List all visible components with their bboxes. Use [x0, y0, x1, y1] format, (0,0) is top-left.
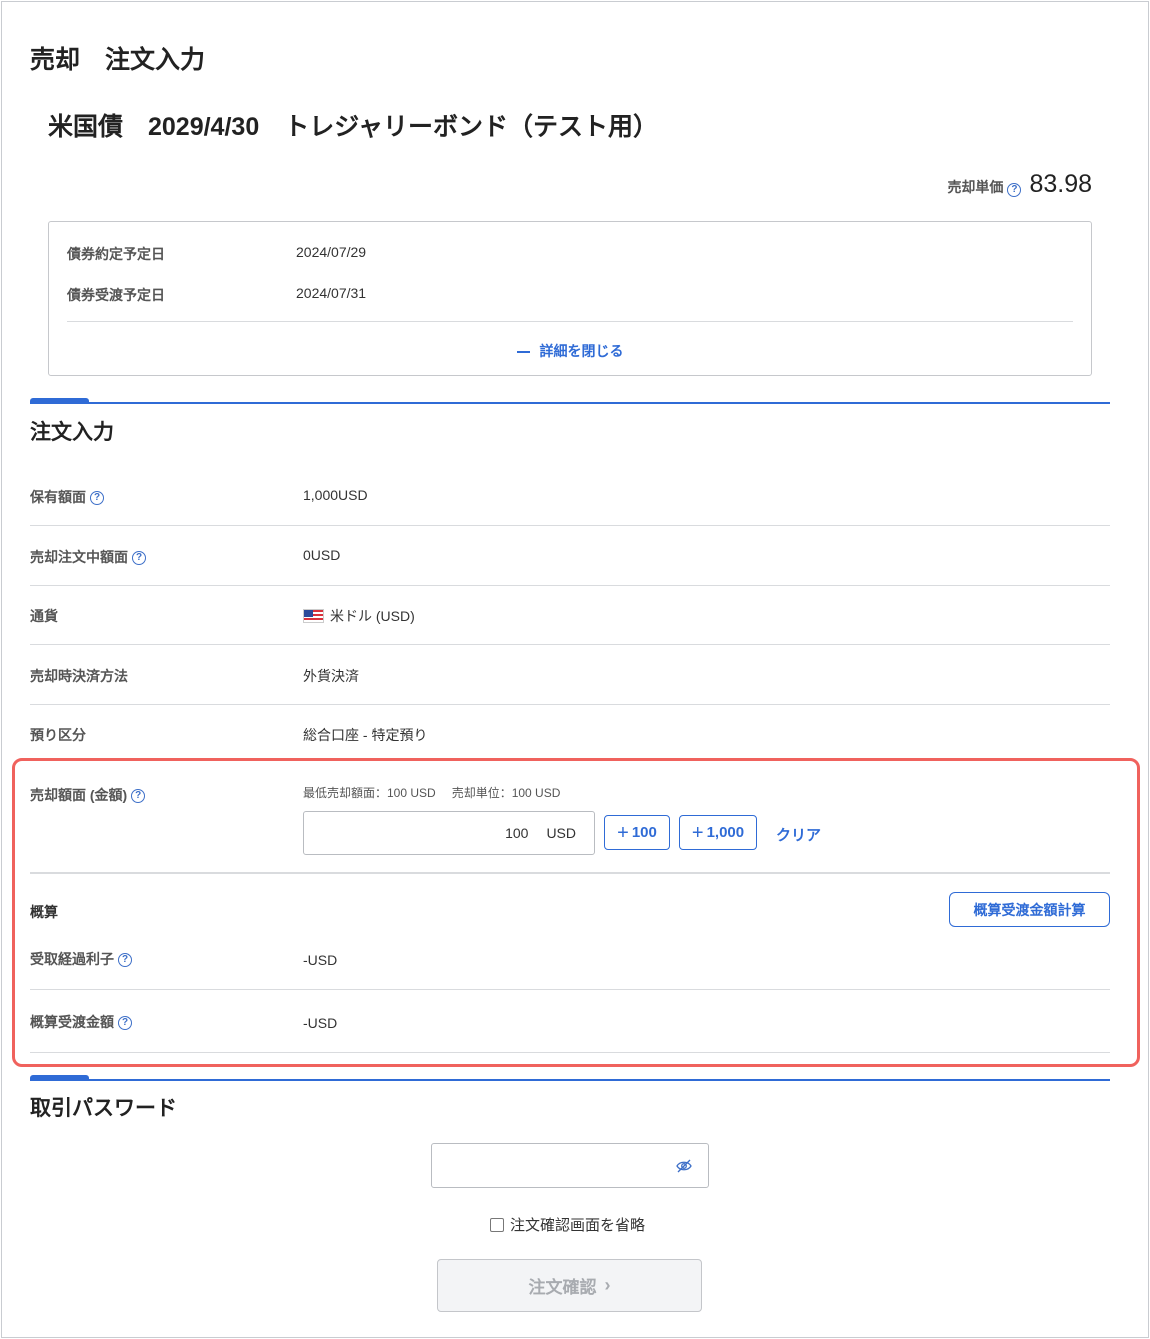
row-label-text: 保有額面 — [30, 489, 86, 505]
row-pending-face: 売却注文中額面? 0USD — [30, 526, 1110, 586]
row-label: 概算受渡金額? — [30, 1012, 132, 1032]
row-label: 通貨 — [30, 608, 58, 624]
amount-label-text: 売却額面 (金額) — [30, 787, 128, 803]
help-icon[interactable]: ? — [132, 551, 146, 566]
clear-link[interactable]: クリア — [776, 824, 821, 845]
calculate-estimate-button[interactable]: 概算受渡金額計算 — [949, 892, 1110, 927]
row-label: 保有額面? — [30, 487, 104, 507]
row-value: 外貨決済 — [303, 668, 359, 684]
page-title: 売却 注文入力 — [30, 46, 206, 74]
help-icon[interactable]: ? — [90, 491, 104, 506]
divider — [67, 321, 1073, 322]
unit-price-label: 売却単価 — [947, 179, 1004, 195]
help-icon[interactable]: ? — [131, 789, 146, 804]
row-label: 売却時決済方法 — [30, 668, 128, 684]
section-title-password: 取引パスワード — [30, 1097, 177, 1120]
eye-off-icon[interactable] — [676, 1159, 692, 1173]
help-icon[interactable]: ? — [1007, 183, 1022, 197]
row-value: 1,000USD — [303, 487, 368, 503]
chevron-right-icon: › — [604, 1275, 611, 1295]
row-label-text: 概算受渡金額 — [30, 1014, 114, 1030]
detail-value: 2024/07/29 — [296, 244, 367, 260]
plus-icon: + — [617, 821, 629, 844]
row-value: 0USD — [303, 547, 341, 563]
row-currency: 通貨 米ドル (USD) — [30, 585, 1110, 645]
row-estimated-settlement: 概算受渡金額? -USD — [30, 990, 1110, 1053]
minus-icon — [516, 351, 530, 354]
row-label-text: 売却注文中額面 — [30, 549, 128, 565]
row-custody-type: 預り区分 総合口座 - 特定預り — [30, 704, 1110, 764]
amount-unit: USD — [546, 825, 576, 841]
close-details-label: 詳細を閉じる — [539, 343, 624, 359]
currency-text: 米ドル (USD) — [330, 608, 415, 624]
min-amount-hint: 最低売却額面：100 USD — [303, 786, 436, 800]
section-rule — [30, 402, 1110, 404]
row-value: 総合口座 - 特定預り — [303, 727, 428, 743]
amount-value: 100 — [505, 825, 529, 841]
amount-label: 売却額面 (金額)? — [30, 785, 146, 805]
unit-price-value: 83.98 — [1029, 170, 1092, 198]
section-rule — [30, 1079, 1110, 1081]
add-100-button[interactable]: +100 — [604, 815, 670, 850]
detail-label: 債券約定予定日 — [67, 246, 165, 262]
confirm-order-label: 注文確認 — [528, 1278, 597, 1297]
skip-confirm-option[interactable]: 注文確認画面を省略 — [490, 1214, 645, 1235]
us-flag-icon — [303, 609, 324, 623]
section-title-order: 注文入力 — [30, 421, 114, 444]
row-label: 受取経過利子? — [30, 949, 132, 969]
skip-confirm-label: 注文確認画面を省略 — [510, 1217, 646, 1234]
row-settlement-method: 売却時決済方法 外貨決済 — [30, 645, 1110, 705]
help-icon[interactable]: ? — [118, 1016, 132, 1031]
row-label: 売却注文中額面? — [30, 547, 146, 567]
skip-confirm-checkbox[interactable] — [490, 1217, 504, 1232]
amount-hints: 最低売却額面：100 USD 売却単位：100 USD — [303, 784, 560, 801]
row-holding-face: 保有額面? 1,000USD — [30, 466, 1110, 526]
amount-input[interactable]: 100 USD — [303, 811, 595, 855]
divider — [30, 872, 1110, 874]
row-value: -USD — [303, 952, 338, 968]
plus-icon: + — [691, 821, 704, 844]
close-details-link[interactable]: 詳細を閉じる — [49, 341, 1091, 361]
row-value: 米ドル (USD) — [303, 606, 415, 626]
add-1000-button[interactable]: +1,000 — [679, 815, 757, 850]
detail-label: 債券受渡予定日 — [67, 287, 165, 303]
bond-name: 米国債 2029/4/30 トレジャリーボンド（テスト用） — [48, 113, 658, 141]
add-1000-label: 1,000 — [706, 824, 745, 841]
row-label: 預り区分 — [30, 727, 86, 743]
add-100-label: 100 — [631, 824, 657, 841]
detail-value: 2024/07/31 — [296, 285, 367, 301]
estimate-title: 概算 — [30, 904, 58, 920]
unit-price: 売却単価 ? 83.98 — [947, 170, 1092, 199]
confirm-order-button[interactable]: 注文確認 › — [437, 1259, 702, 1312]
help-icon[interactable]: ? — [118, 953, 132, 968]
password-input[interactable] — [431, 1143, 709, 1188]
row-accrued-interest: 受取経過利子? -USD — [30, 949, 1110, 990]
row-value: -USD — [303, 1015, 338, 1031]
detail-panel: 債券約定予定日 2024/07/29 債券受渡予定日 2024/07/31 詳細… — [48, 221, 1092, 376]
row-label-text: 受取経過利子 — [30, 951, 114, 967]
unit-amount-hint: 売却単位：100 USD — [451, 786, 561, 800]
